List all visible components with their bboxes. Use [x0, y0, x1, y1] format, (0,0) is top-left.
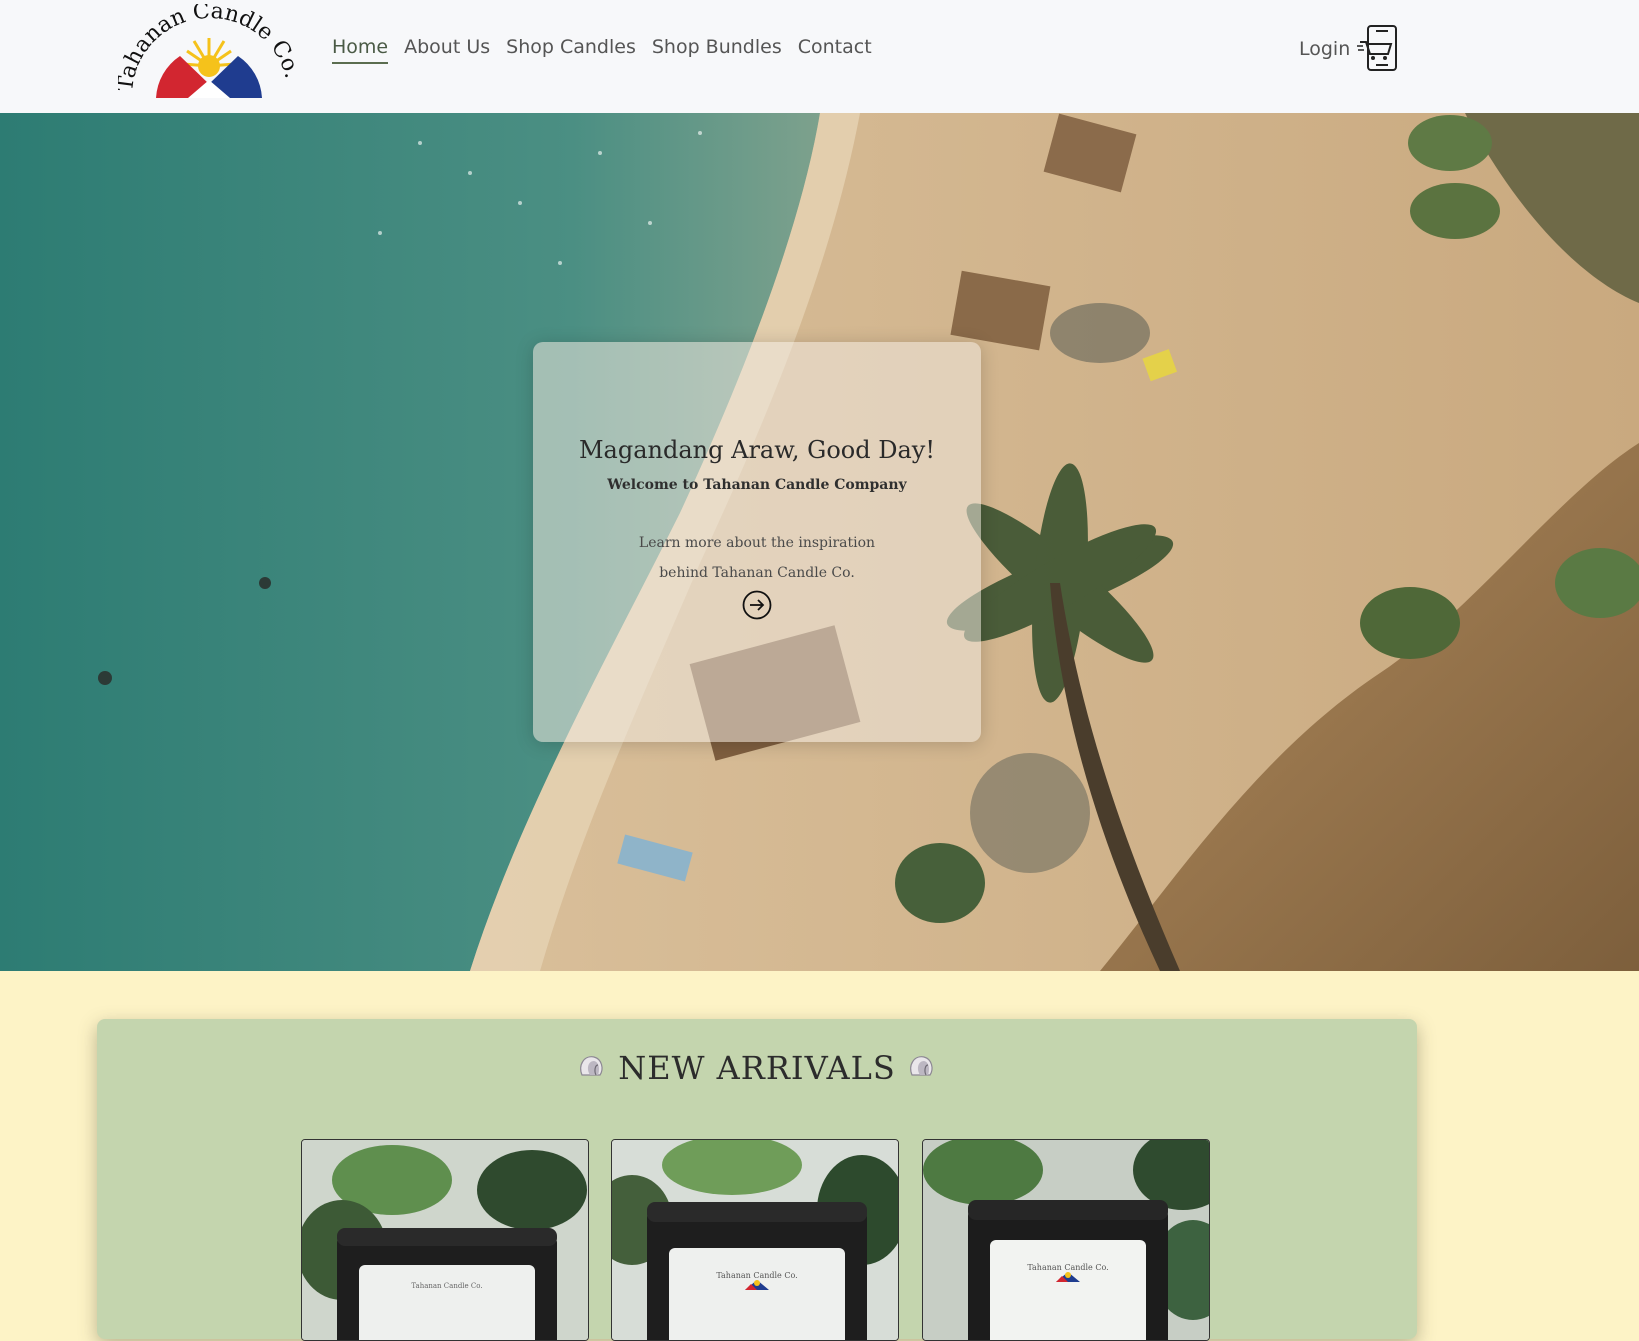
new-arrivals-section: NEW ARRIVALS Tahanan Candle Co. Tahanan …: [97, 1019, 1417, 1341]
hero-subtitle: Welcome to Tahanan Candle Company: [607, 477, 907, 493]
welcome-card: Magandang Araw, Good Day! Welcome to Tah…: [533, 342, 981, 742]
new-arrivals-heading: NEW ARRIVALS: [97, 1049, 1417, 1087]
nav-shop-bundles[interactable]: Shop Bundles: [652, 36, 782, 64]
logo[interactable]: Tahanan Candle Co.: [118, 4, 298, 104]
nav-shop-candles[interactable]: Shop Candles: [506, 36, 636, 64]
login-link[interactable]: Login: [1299, 38, 1350, 60]
product-card[interactable]: Tahanan Candle Co.: [301, 1139, 589, 1341]
nav-contact[interactable]: Contact: [798, 36, 872, 64]
candle-image: Tahanan Candle Co.: [612, 1140, 898, 1340]
hero-banner: Magandang Araw, Good Day! Welcome to Tah…: [0, 113, 1639, 971]
hero-description: Learn more about the inspiration behind …: [638, 535, 876, 581]
new-arrivals-title: NEW ARRIVALS: [618, 1049, 896, 1087]
site-header: Tahanan Candle Co. Home About Us Shop Ca…: [0, 0, 1639, 113]
candle-label-text: Tahanan Candle Co.: [1027, 1263, 1108, 1272]
main-nav: Home About Us Shop Candles Shop Bundles …: [332, 36, 872, 64]
product-card[interactable]: Tahanan Candle Co.: [922, 1139, 1210, 1341]
shopping-cart-phone-icon[interactable]: [1356, 24, 1400, 72]
seashell-icon: [909, 1056, 933, 1076]
arrow-right-circle-icon[interactable]: [742, 590, 772, 620]
candle-label-text: Tahanan Candle Co.: [411, 1282, 482, 1290]
seashell-icon: [580, 1056, 603, 1076]
candle-image: Tahanan Candle Co.: [302, 1140, 588, 1340]
nav-about-us[interactable]: About Us: [404, 36, 490, 64]
hero-title: Magandang Araw, Good Day!: [578, 436, 935, 464]
nav-home[interactable]: Home: [332, 36, 389, 64]
candle-image: Tahanan Candle Co.: [923, 1140, 1209, 1340]
candle-label-text: Tahanan Candle Co.: [716, 1271, 797, 1280]
product-card[interactable]: Tahanan Candle Co.: [611, 1139, 899, 1341]
